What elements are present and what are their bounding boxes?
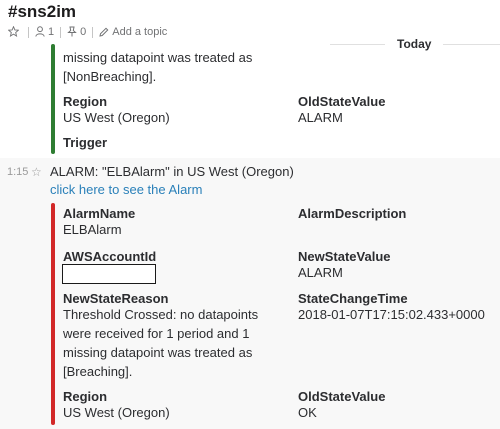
field-value-region: US West (Oregon) [63,405,170,420]
add-topic-link[interactable]: Add a topic [112,26,167,38]
date-divider-label: Today [385,37,444,51]
channel-meta: 1 0 Add a topic [7,25,167,38]
field-value-old-state: OK [298,405,317,420]
pin-icon[interactable] [67,26,77,38]
field-value-alarm-name: ELBAlarm [63,222,122,237]
reason-line: were received for 1 period and 1 [63,326,250,341]
divider [60,26,62,38]
field-value-region: US West (Oregon) [63,110,170,125]
divider [92,26,94,38]
star-icon[interactable]: ☆ [31,165,42,179]
attachment-accent-bar [51,44,55,154]
field-value-old-state: ALARM [298,110,343,125]
field-label-trigger: Trigger [63,135,108,150]
star-icon[interactable] [7,25,20,38]
reason-line: missing datapoint was treated as [63,50,253,65]
pencil-icon[interactable] [99,26,109,38]
account-id-redaction-box [62,264,156,284]
attachment-accent-bar [51,203,55,425]
field-label-alarm-description: AlarmDescription [298,206,407,221]
field-label-account-id: AWSAccountId [63,249,157,264]
alarm-link[interactable]: click here to see the Alarm [50,182,202,197]
member-count[interactable]: 1 [48,26,54,38]
reason-line: Threshold Crossed: no datapoints [63,307,259,322]
message-timestamp[interactable]: 1:15 [7,166,28,178]
reason-line: [NonBreaching]. [63,69,157,84]
channel-name[interactable]: #sns2im [8,2,76,22]
reason-line: [Breaching]. [63,364,133,379]
member-icon[interactable] [35,26,45,38]
reason-line: missing datapoint was treated as [63,345,253,360]
divider [28,26,29,38]
message-text: ALARM: "ELBAlarm" in US West (Oregon) [50,164,294,179]
field-value-state-change-time: 2018-01-07T17:15:02.433+0000 [298,307,485,322]
field-value-new-state: ALARM [298,265,343,280]
pin-count[interactable]: 0 [80,26,86,38]
